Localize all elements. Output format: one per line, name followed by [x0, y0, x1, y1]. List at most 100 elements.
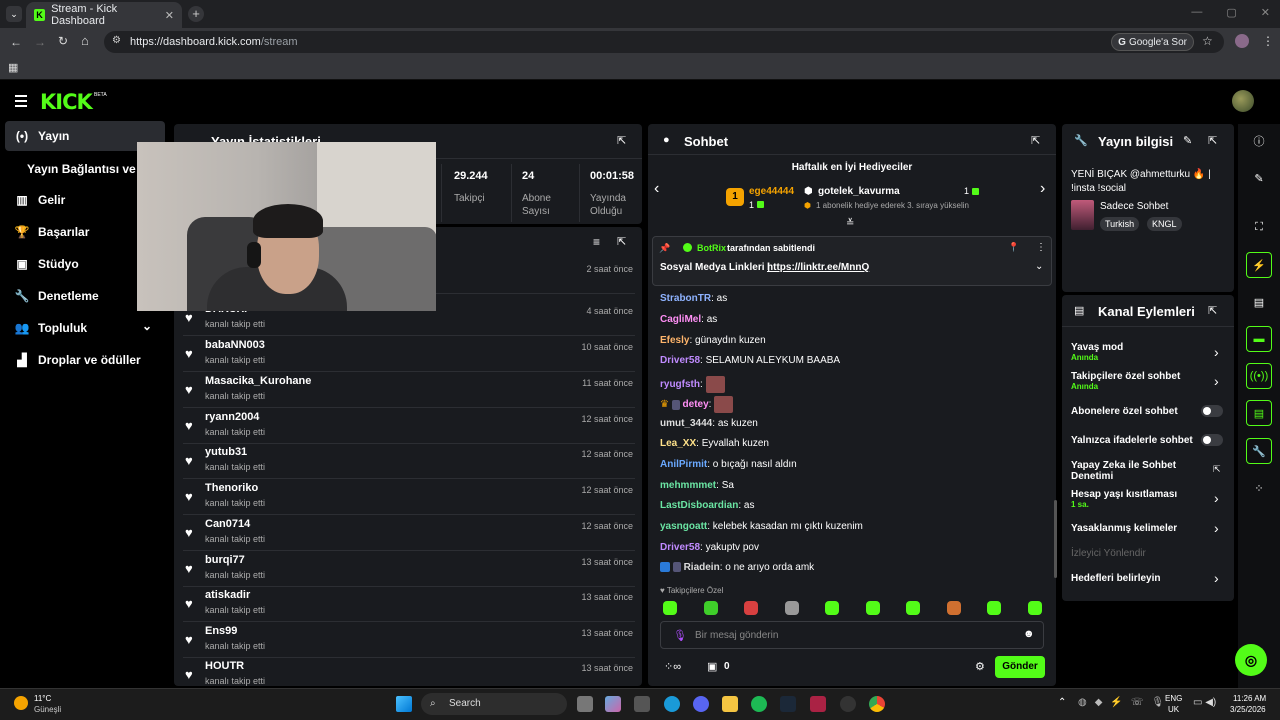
action-account-age[interactable]: Hesap yaşı kısıtlaması 1 sa. [1071, 489, 1231, 509]
apps-grid-icon[interactable]: ▦ [8, 61, 18, 74]
close-tab-icon[interactable]: ✕ [165, 9, 174, 22]
pinned-by-user[interactable]: BotRix [697, 243, 726, 253]
app-icon[interactable] [810, 696, 826, 712]
obs-icon[interactable] [840, 696, 856, 712]
unpin-icon[interactable]: 📍 [1008, 242, 1019, 253]
chevron-left-icon[interactable]: ‹ [654, 180, 659, 198]
taskbar-search[interactable]: ⌕ Search [421, 693, 567, 715]
url-field[interactable]: ⚙ https://dashboard.kick.com/stream [104, 31, 1224, 53]
emoji-icon[interactable]: ☻ [1023, 628, 1035, 640]
popout-icon[interactable]: ⇱ [617, 235, 626, 248]
chevron-right-icon[interactable]: › [1214, 344, 1219, 360]
tag[interactable]: Turkish [1100, 217, 1140, 231]
emote[interactable] [785, 601, 799, 615]
more-options-icon[interactable]: ⋮ [1036, 242, 1046, 253]
chat-username[interactable]: Driver58 [660, 355, 700, 366]
region-code[interactable]: UK [1168, 705, 1179, 714]
tag[interactable]: KNGL [1147, 217, 1182, 231]
chat-username[interactable]: CagliMel [660, 314, 701, 325]
gift-box-icon[interactable]: ▣ [707, 660, 717, 673]
browser-tab[interactable]: K Stream - Kick Dashboard ✕ [26, 2, 182, 28]
follower-name[interactable]: HOUTR [205, 660, 244, 672]
wrench-icon[interactable]: 🔧 [1246, 438, 1272, 464]
crop-icon[interactable]: ⛶ [1246, 214, 1272, 240]
store-icon[interactable] [634, 696, 650, 712]
gifter1-name[interactable]: ege44444 [749, 186, 794, 197]
popout-icon[interactable]: ⇱ [1208, 134, 1217, 147]
subscribers-only-toggle[interactable] [1201, 405, 1223, 417]
follower-name[interactable]: ryann2004 [205, 411, 259, 423]
chat-username[interactable]: umut_3444 [660, 418, 712, 429]
follower-name[interactable]: babaNN003 [205, 339, 265, 351]
chat-username[interactable]: Driver58 [660, 542, 700, 553]
broadcast-icon[interactable]: ((•)) [1246, 363, 1272, 389]
follower-name[interactable]: burqi77 [205, 554, 245, 566]
send-button[interactable]: Gönder [995, 656, 1045, 678]
emote[interactable] [906, 601, 920, 615]
chat-username[interactable]: LastDisboardian [660, 500, 738, 511]
action-followers-only[interactable]: Takipçilere özel sohbet Anında [1071, 371, 1231, 391]
sidebar-item-droplar[interactable]: ▟ Droplar ve ödüller [0, 345, 165, 375]
gifter2-name[interactable]: gotelek_kavurma [818, 186, 900, 197]
chat-username[interactable]: AnilPirmit [660, 459, 707, 470]
user-avatar[interactable] [1232, 90, 1254, 112]
info-icon[interactable]: ⓘ [1246, 128, 1272, 154]
flash-icon[interactable]: ⚡ [1246, 252, 1272, 278]
follower-name[interactable]: Ens99 [205, 625, 237, 637]
chat-username[interactable]: detey [683, 399, 709, 410]
expand-chevron-icon[interactable]: ⌄ [1035, 261, 1043, 272]
action-set-goals[interactable]: Hedefleri belirleyin [1071, 573, 1231, 584]
clock-date[interactable]: 3/25/2026 [1230, 705, 1266, 714]
chat-icon[interactable]: ▬ [1246, 326, 1272, 352]
action-ai-moderation[interactable]: Yapay Zeka ile Sohbet Denetimi [1071, 460, 1191, 482]
chevron-right-icon[interactable]: › [1040, 180, 1045, 198]
emote[interactable] [663, 601, 677, 615]
windows-start-icon[interactable] [396, 696, 412, 712]
chat-scrollbar[interactable] [1054, 500, 1057, 578]
action-slow-mode[interactable]: Yavaş mod Anında [1071, 342, 1231, 362]
collapse-icon[interactable]: ≚ [846, 218, 854, 229]
tray-chevron-icon[interactable]: ⌃ [1058, 697, 1066, 708]
sidebar-item-topluluk[interactable]: 👥 Topluluk ⌄ [0, 313, 165, 343]
follower-name[interactable]: Can0714 [205, 518, 250, 530]
chat-input[interactable]: 🎙 Bir mesaj gönderin ☻ [660, 621, 1044, 649]
tab-list-button[interactable]: ⌄ [6, 6, 22, 22]
tray-icons[interactable]: ◍◆⚡☏🎙 [1078, 697, 1172, 708]
google-ask-button[interactable]: G Google'a Sor [1111, 33, 1194, 51]
chevron-right-icon[interactable]: › [1214, 490, 1219, 506]
emote[interactable] [987, 601, 1001, 615]
emotes-only-toggle[interactable] [1201, 434, 1223, 446]
hamburger-menu-icon[interactable] [15, 95, 27, 107]
language-code[interactable]: ENG [1165, 694, 1182, 703]
edit-icon[interactable]: ✎ [1246, 165, 1272, 191]
chat-username[interactable]: Lea_XX [660, 438, 696, 449]
kick-logo[interactable]: KICK [40, 90, 93, 114]
steam-icon[interactable] [780, 696, 796, 712]
site-info-icon[interactable]: ⚙ [112, 35, 121, 46]
community-icon[interactable]: ⁘ [1246, 475, 1272, 501]
minimize-icon[interactable]: — [1191, 6, 1202, 19]
microphone-icon[interactable]: 🎙 [673, 629, 687, 642]
chat-username[interactable]: Efesly [660, 335, 689, 346]
filter-icon[interactable]: ≡ [593, 235, 600, 249]
emote[interactable] [744, 601, 758, 615]
emote[interactable] [866, 601, 880, 615]
stream-category[interactable]: Sadece Sohbet [1100, 201, 1168, 212]
chevron-right-icon[interactable]: › [1214, 570, 1219, 586]
points-infinity-icon[interactable]: ⁘∞ [664, 660, 681, 673]
support-button[interactable]: ◎ [1235, 644, 1267, 676]
popout-icon[interactable]: ⇱ [1031, 134, 1040, 147]
forward-icon[interactable]: → [34, 35, 46, 49]
popout-icon[interactable]: ⇱ [617, 134, 626, 147]
follower-name[interactable]: Masacika_Kurohane [205, 375, 311, 387]
profile-avatar[interactable] [1235, 34, 1249, 48]
edit-pencil-icon[interactable]: ✎ [1183, 134, 1192, 147]
reload-icon[interactable]: ↻ [58, 34, 68, 48]
chat-settings-icon[interactable]: ⚙ [975, 660, 985, 673]
clock-time[interactable]: 11:26 AM [1233, 694, 1266, 703]
chat-username[interactable]: Riadein [684, 562, 720, 573]
new-tab-button[interactable]: + [188, 6, 204, 22]
emote[interactable] [1028, 601, 1042, 615]
maximize-icon[interactable]: ▢ [1226, 6, 1236, 19]
emote[interactable] [704, 601, 718, 615]
